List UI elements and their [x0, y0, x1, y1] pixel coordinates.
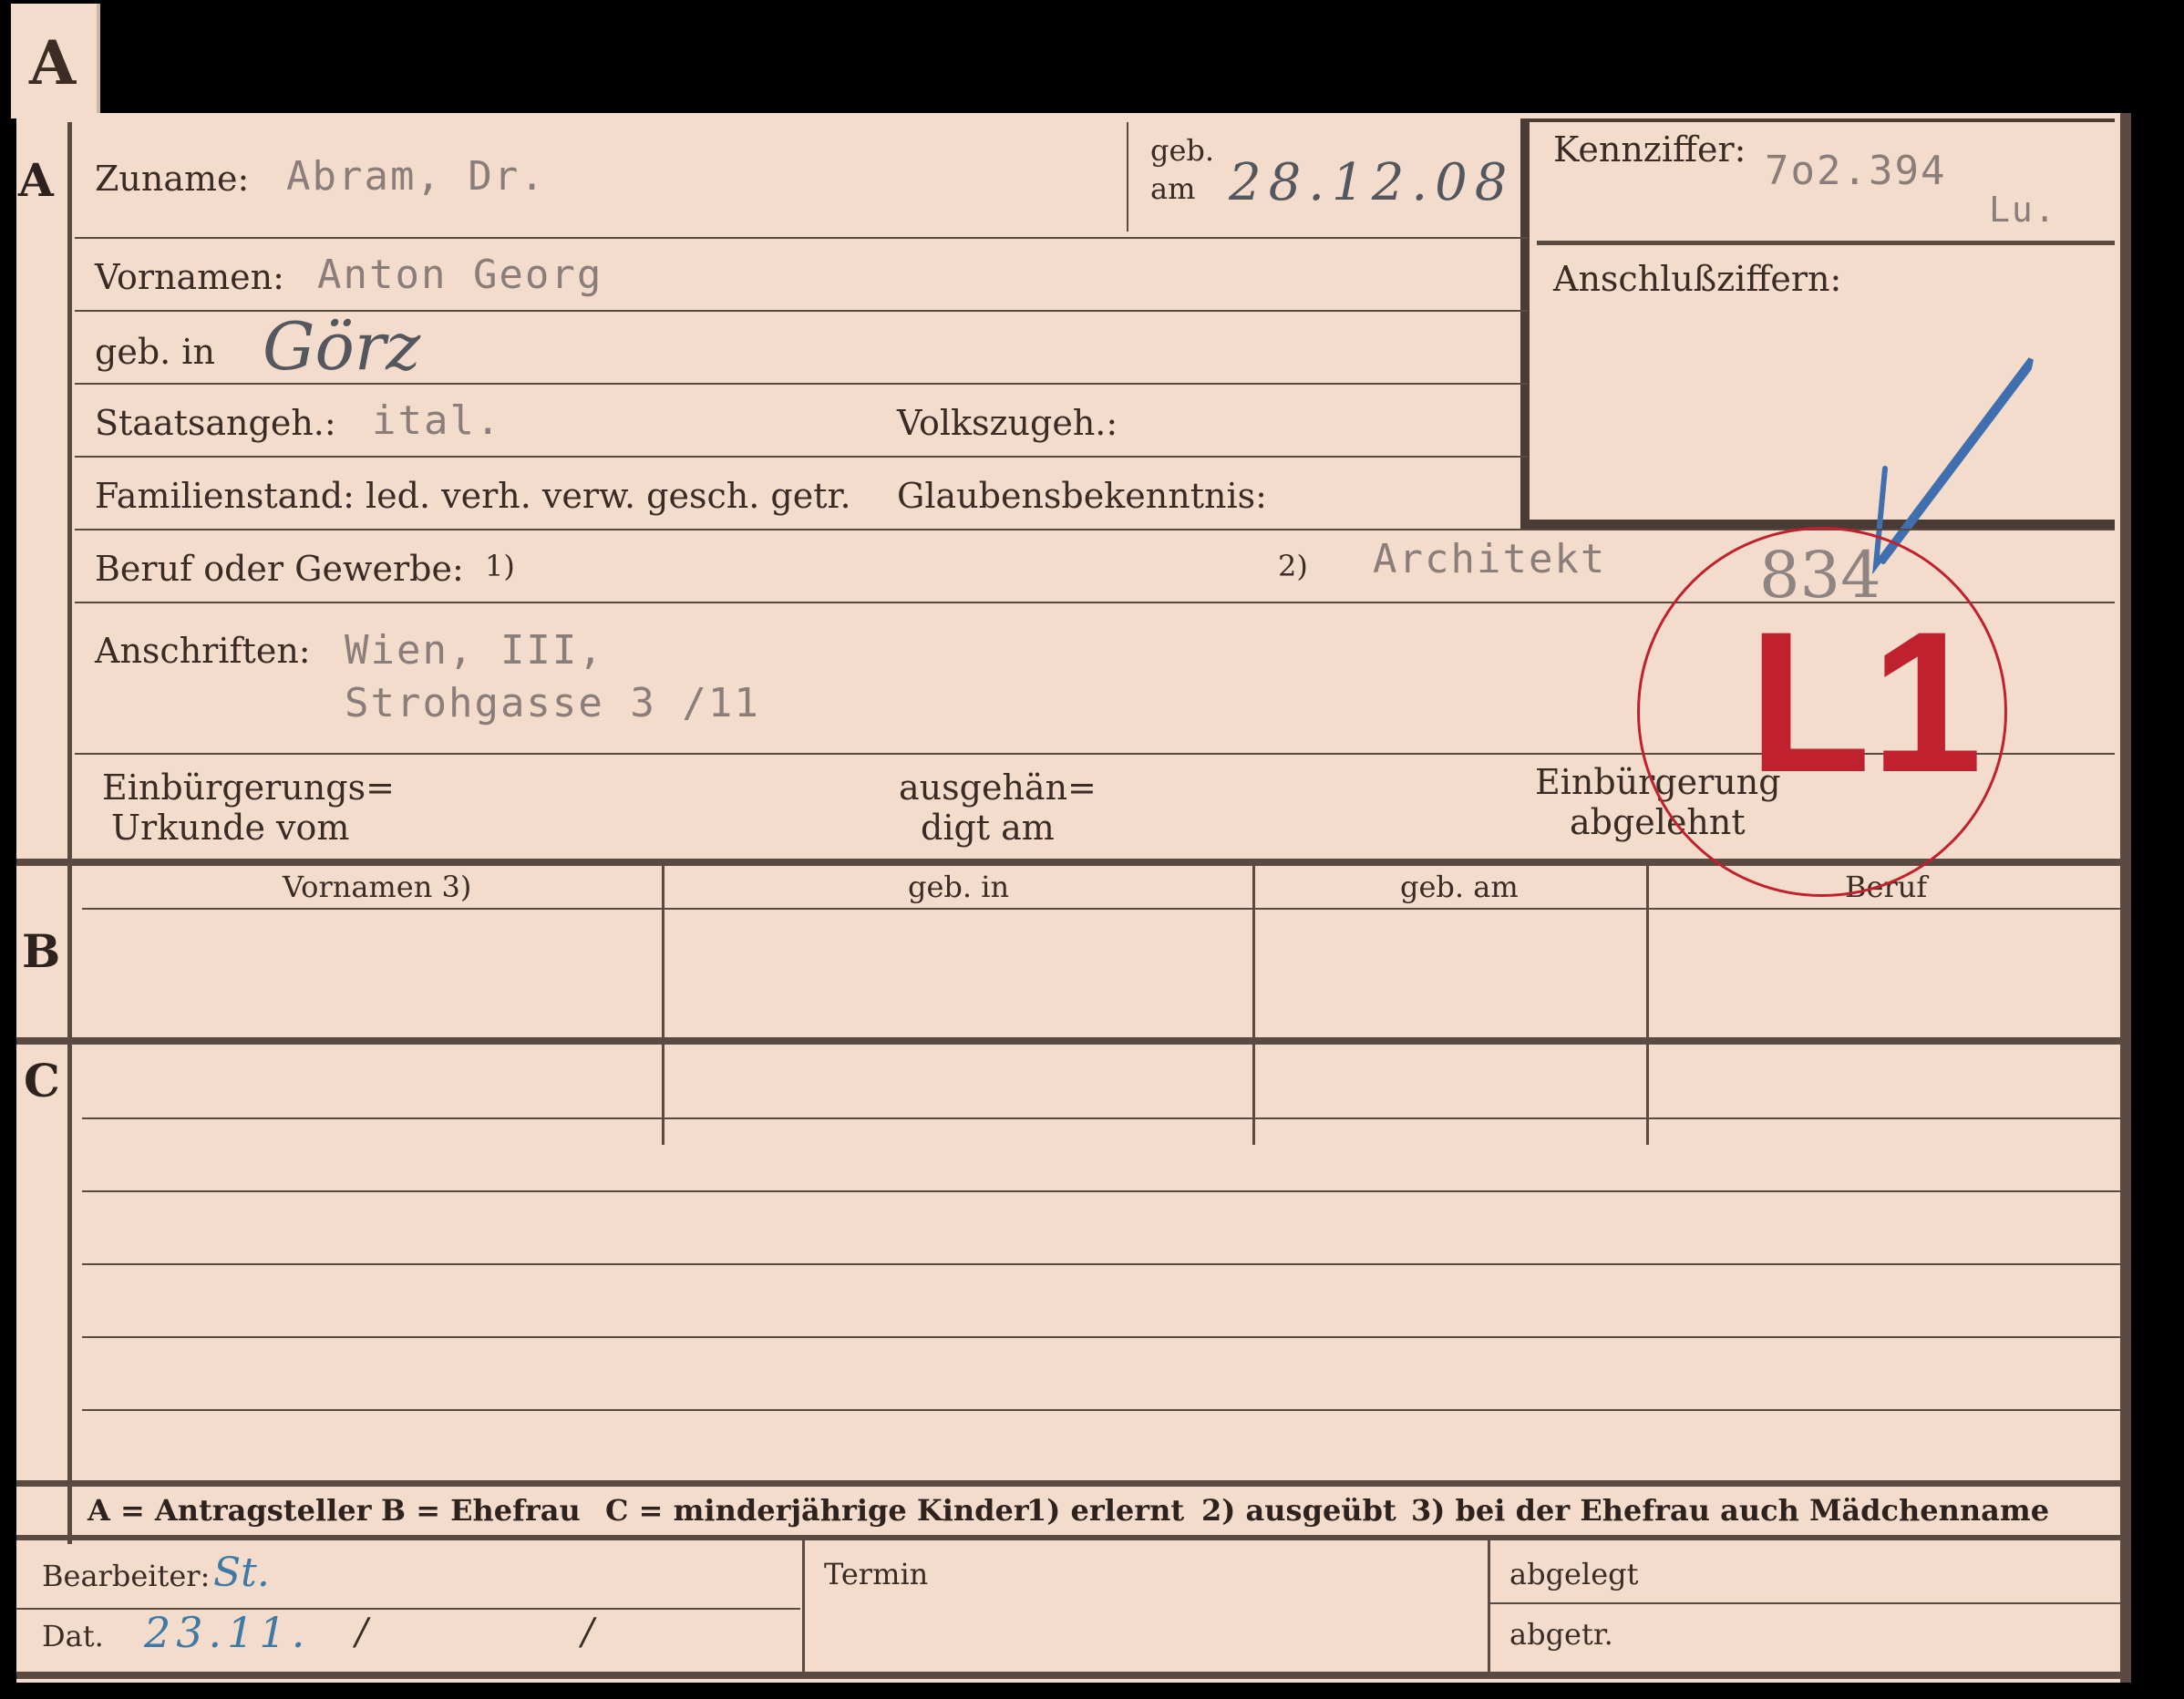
legend-note-2: 2) ausgeübt: [1201, 1493, 1396, 1528]
legend-border-top: [16, 1484, 2120, 1487]
dat-slash-1: /: [355, 1611, 368, 1653]
beruf-label: Beruf oder Gewerbe:: [95, 549, 464, 589]
registration-card: A Zuname: Abram, Dr. geb. am 28.12.08 Ke…: [16, 113, 2131, 1683]
section-b-letter: B: [22, 924, 61, 978]
staat-value: ital.: [372, 397, 502, 444]
legend-bottom-rule: [16, 1535, 2120, 1540]
glauben-label: Glaubensbekenntnis:: [897, 476, 1267, 516]
row-rule-3: [75, 383, 1528, 385]
geb-am-label-1: geb.: [1150, 133, 1215, 168]
left-column-rule: [67, 122, 72, 1544]
ausgehaendigt-1: ausgehän=: [899, 767, 1097, 808]
section-c-letter: C: [24, 1054, 60, 1107]
abgelegt-label: abgelegt: [1509, 1557, 1639, 1591]
kennziffer-label: Kennziffer:: [1553, 129, 1746, 170]
beruf-note-1: 1): [485, 549, 515, 583]
zuname-value: Abram, Dr.: [286, 153, 546, 200]
familien-label: Familienstand: led. verh. verw. gesch. g…: [95, 476, 851, 516]
c-row-rule-2: [82, 1190, 2120, 1192]
einb-urkunde-1: Einbürgerungs=: [102, 767, 395, 808]
geb-in-value: Görz: [263, 308, 421, 385]
abgetr-label: abgetr.: [1509, 1617, 1613, 1652]
checkmark-icon: [1872, 357, 2034, 575]
legend-c: C = minderjährige Kinder: [605, 1493, 1029, 1528]
dat-label: Dat.: [42, 1619, 104, 1653]
row-rule-1: [75, 237, 1528, 239]
bearbeiter-label: Bearbeiter:: [42, 1559, 211, 1593]
right-border: [2120, 113, 2131, 1683]
beruf-note-2: 2): [1278, 549, 1308, 583]
stamp-code: L1: [1748, 590, 1983, 814]
c-row-rule-5: [82, 1409, 2120, 1411]
b-header-vornamen: Vornamen 3): [283, 870, 472, 904]
geb-am-value: 28.12.08: [1229, 153, 1515, 212]
beruf-value: Architekt: [1373, 536, 1607, 582]
b-header-rule: [82, 908, 2120, 910]
legend-b: B = Ehefrau: [381, 1493, 581, 1528]
bearbeiter-value: St.: [213, 1550, 270, 1596]
c-row-rule-3: [82, 1263, 2120, 1265]
footer-left-rule: [16, 1608, 800, 1610]
geb-am-divider: [1127, 122, 1128, 232]
vornamen-value: Anton Georg: [317, 252, 603, 298]
anschrift-label: Anschriften:: [95, 631, 311, 671]
staat-label: Staatsangeh.:: [95, 403, 336, 443]
zuname-label: Zuname:: [95, 159, 250, 199]
termin-label: Termin: [824, 1557, 929, 1591]
b-header-geb-in: geb. in: [908, 870, 1010, 904]
volks-label: Volkszugeh.:: [897, 403, 1118, 443]
anschrift-line-1: Wien, III,: [345, 627, 604, 674]
section-a-letter: A: [18, 153, 54, 207]
section-bc-divider: [16, 1037, 2120, 1045]
legend-note-1: 1) erlernt: [1026, 1493, 1185, 1528]
b-col-divider-3: [1646, 866, 1649, 1145]
footer-bottom-rule: [16, 1672, 2131, 1679]
legend-note-3: 3) bei der Ehefrau auch Mädchenname: [1411, 1493, 2050, 1528]
dat-slash-2: /: [582, 1611, 594, 1653]
dat-value: 23.11.: [144, 1608, 311, 1657]
b-header-geb-am: geb. am: [1400, 870, 1519, 904]
footer-divider-1: [802, 1540, 805, 1673]
ausgehaendigt-2: digt am: [921, 808, 1055, 848]
einb-urkunde-2: Urkunde vom: [111, 808, 350, 848]
anschluss-label: Anschlußziffern:: [1553, 259, 1842, 299]
row-rule-4: [75, 456, 1528, 458]
geb-in-label: geb. in: [95, 332, 215, 372]
b-col-divider-1: [662, 866, 664, 1145]
tab-letter: A: [29, 27, 77, 98]
c-row-rule-4: [82, 1336, 2120, 1338]
c-row-rule-1: [82, 1117, 2120, 1119]
footer-divider-2: [1488, 1540, 1490, 1673]
index-tab: A: [11, 4, 100, 118]
geb-am-label-2: am: [1150, 171, 1196, 206]
kennziffer-suffix: Lu.: [1989, 190, 2057, 230]
vornamen-label: Vornamen:: [95, 257, 284, 297]
b-col-divider-2: [1252, 866, 1255, 1145]
legend-a: A = Antragsteller: [88, 1493, 372, 1528]
anschrift-line-2: Strohgasse 3 /11: [345, 680, 760, 726]
kennziffer-value: 7o2.394: [1765, 148, 1947, 194]
footer-right-rule: [1488, 1602, 2120, 1604]
